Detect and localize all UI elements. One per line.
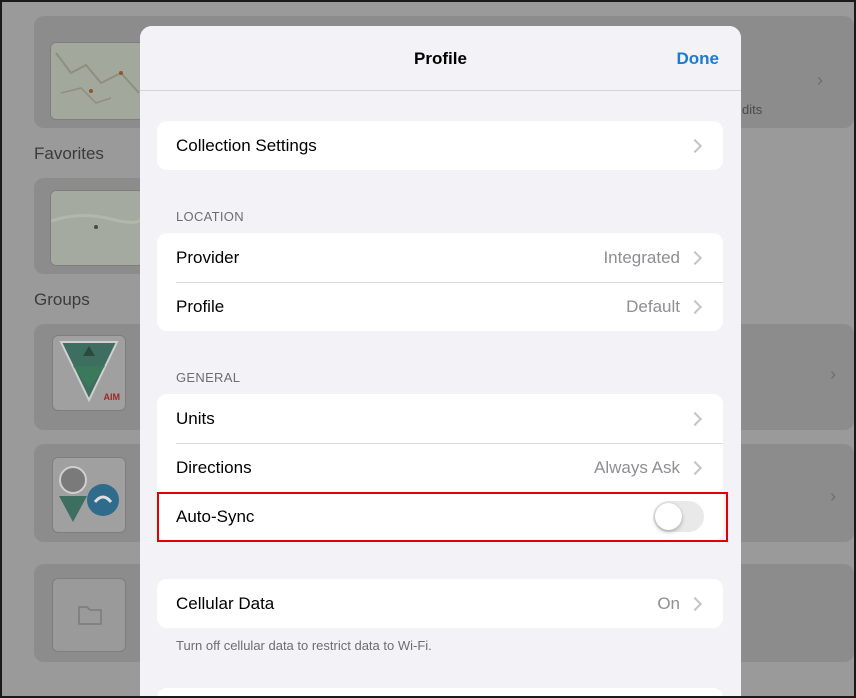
- general-section-header: GENERAL: [176, 370, 241, 385]
- screen: › dits Favorites Groups AIM › › Profile …: [0, 0, 856, 698]
- chevron-right-icon: [687, 411, 703, 426]
- chevron-right-icon: [687, 596, 703, 611]
- provider-label: Provider: [176, 247, 240, 267]
- general-group: Units Directions Always Ask Auto-Sync: [157, 394, 723, 541]
- profile-label: Profile: [176, 296, 225, 316]
- profile-sheet: Profile Done Collection Settings LOCATIO…: [140, 26, 741, 696]
- folder-icon: [52, 578, 126, 652]
- aim-badge: AIM: [103, 392, 121, 402]
- partial-text: dits: [742, 102, 763, 117]
- map-thumbnail: [50, 42, 144, 120]
- chevron-right-icon: [687, 250, 703, 265]
- chevron-right-icon: ›: [830, 364, 836, 384]
- cellular-group: Cellular Data On: [157, 579, 723, 628]
- directions-row[interactable]: Directions Always Ask: [157, 443, 723, 492]
- chevron-right-icon: [687, 299, 703, 314]
- favorite-map-thumbnail: [50, 190, 144, 266]
- provider-value: Integrated: [603, 247, 680, 267]
- toggle-knob: [655, 503, 682, 530]
- chevron-right-icon: ›: [830, 486, 836, 506]
- collection-settings-label: Collection Settings: [176, 135, 317, 155]
- aim-logo-icon: AIM: [52, 335, 126, 411]
- done-button[interactable]: Done: [677, 49, 720, 69]
- navigation-bar: Profile Done: [140, 26, 741, 91]
- cellular-data-value: On: [657, 593, 680, 613]
- favorites-label: Favorites: [34, 144, 104, 163]
- profile-value: Default: [626, 296, 680, 316]
- chevron-right-icon: ›: [817, 70, 823, 90]
- cellular-note: Turn off cellular data to restrict data …: [176, 638, 432, 653]
- page-title: Profile: [414, 49, 467, 68]
- cellular-data-label: Cellular Data: [176, 593, 275, 613]
- profile-row[interactable]: Profile Default: [157, 282, 723, 331]
- location-group: Provider Integrated Profile Default: [157, 233, 723, 331]
- group-logo-icon: [52, 457, 126, 533]
- chevron-right-icon: [687, 138, 703, 153]
- units-label: Units: [176, 408, 215, 428]
- groups-label: Groups: [34, 290, 90, 309]
- collection-settings-row[interactable]: Collection Settings: [157, 121, 723, 170]
- cellular-data-row[interactable]: Cellular Data On: [157, 579, 723, 628]
- auto-sync-row: Auto-Sync: [157, 492, 723, 541]
- auto-sync-label: Auto-Sync: [176, 506, 255, 526]
- directions-value: Always Ask: [594, 457, 680, 477]
- provider-row[interactable]: Provider Integrated: [157, 233, 723, 282]
- location-section-header: LOCATION: [176, 209, 244, 224]
- collection-settings-group: Collection Settings: [157, 121, 723, 170]
- units-row[interactable]: Units: [157, 394, 723, 443]
- next-group: [157, 688, 723, 696]
- chevron-right-icon: [687, 460, 703, 475]
- directions-label: Directions: [176, 457, 252, 477]
- auto-sync-toggle[interactable]: [653, 501, 704, 532]
